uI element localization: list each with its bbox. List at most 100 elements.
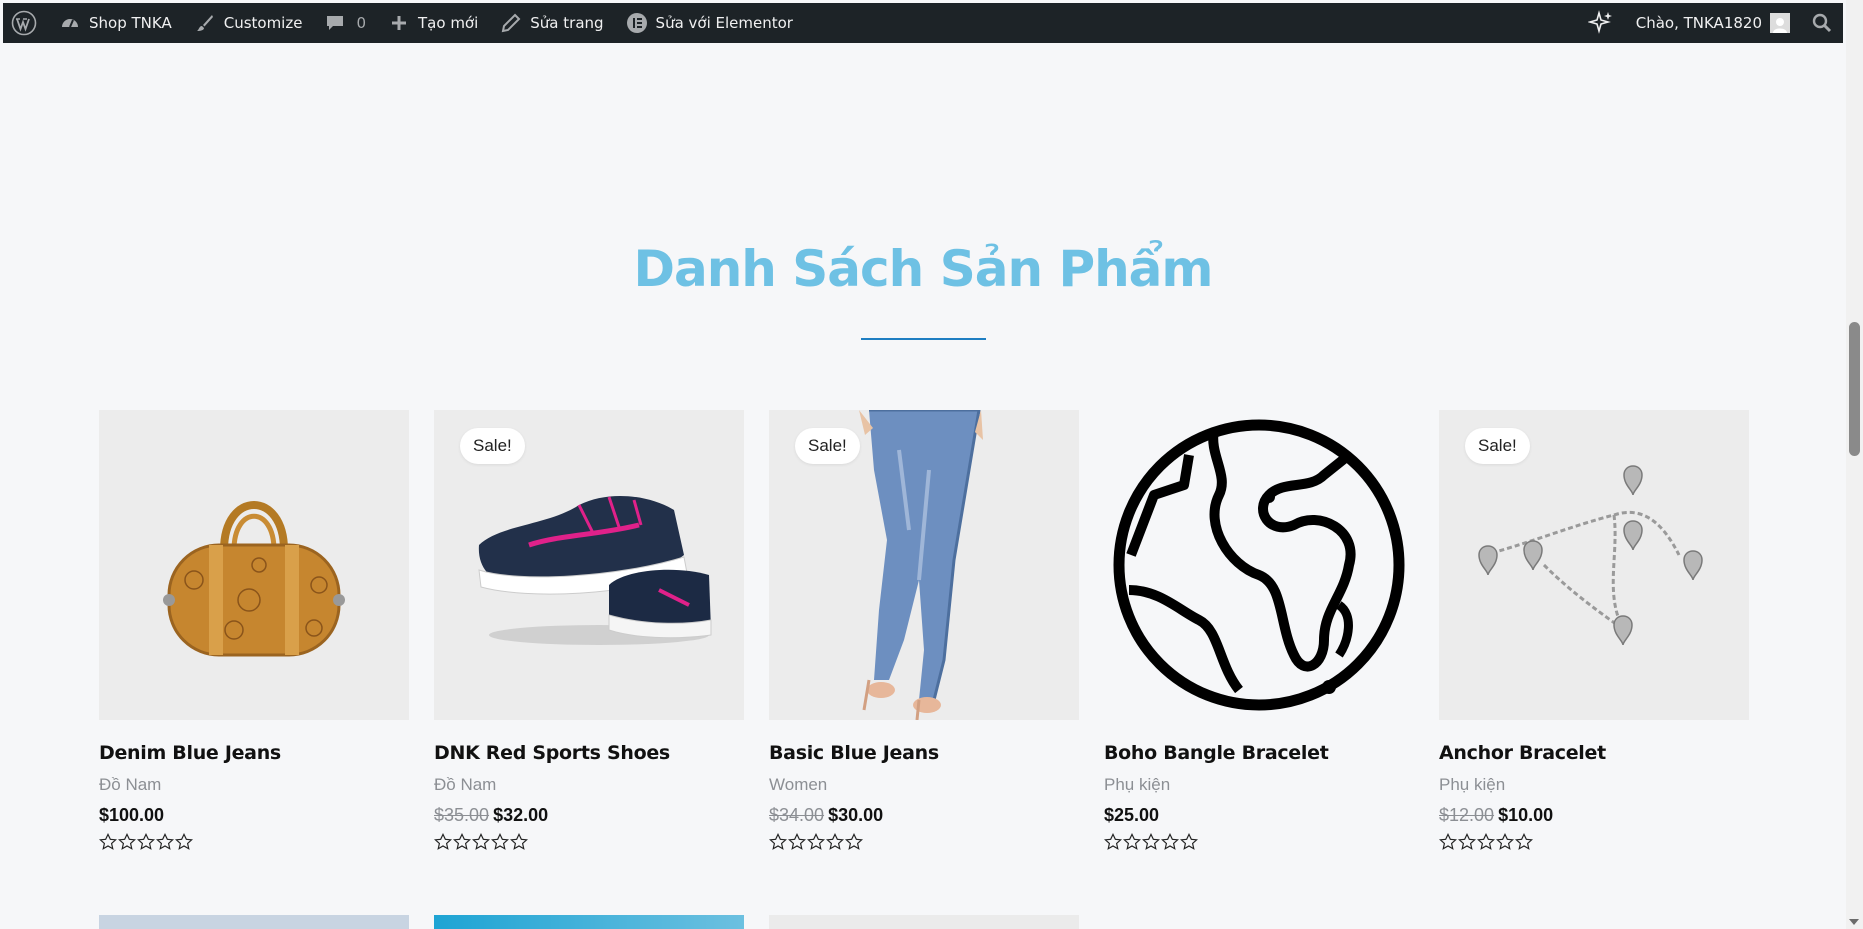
product-name[interactable]: DNK Red Sports Shoes xyxy=(434,742,744,764)
star-icon xyxy=(434,833,452,850)
product-card[interactable]: Boho Bangle Bracelet Phụ kiện $25.00 xyxy=(1104,410,1414,853)
star-rating xyxy=(769,833,1079,853)
star-icon xyxy=(1439,833,1457,850)
product-image-next-row[interactable] xyxy=(434,915,744,929)
product-name[interactable]: Denim Blue Jeans xyxy=(99,742,409,764)
star-icon xyxy=(1180,833,1198,850)
comments-link[interactable]: 0 xyxy=(313,3,377,43)
product-price: $34.00 $30.00 xyxy=(769,805,1079,826)
title-divider xyxy=(861,338,986,340)
star-icon xyxy=(845,833,863,850)
star-icon xyxy=(1142,833,1160,850)
old-price: $34.00 xyxy=(769,805,825,825)
product-card[interactable]: Denim Blue Jeans Đồ Nam $100.00 xyxy=(99,410,409,853)
sports-shoes-image xyxy=(478,495,712,645)
product-price: $100.00 xyxy=(99,805,409,826)
current-price: $100.00 xyxy=(99,805,165,825)
ai-assistant-button[interactable] xyxy=(1577,3,1625,43)
star-icon xyxy=(1496,833,1514,850)
product-card[interactable]: Sale! Basic Blue Jeans Women $34.00 $30.0… xyxy=(769,410,1079,853)
product-price: $25.00 xyxy=(1104,805,1414,826)
product-image-heart-bracelet[interactable]: Sale! xyxy=(1439,410,1749,720)
edit-elementor-link[interactable]: Sửa với Elementor xyxy=(615,3,804,43)
avatar xyxy=(1770,13,1790,33)
product-category[interactable]: Phụ kiện xyxy=(1104,775,1414,795)
elementor-icon xyxy=(626,12,648,34)
sale-badge: Sale! xyxy=(460,428,525,464)
product-image-sports-shoes[interactable]: Sale! xyxy=(434,410,744,720)
star-icon xyxy=(137,833,155,850)
product-image-leather-bag[interactable] xyxy=(99,410,409,720)
search-button[interactable] xyxy=(1801,3,1843,43)
product-name[interactable]: Anchor Bracelet xyxy=(1439,742,1749,764)
plus-icon xyxy=(388,12,410,34)
scrollbar-thumb[interactable] xyxy=(1849,322,1860,456)
customize-label: Customize xyxy=(223,14,303,32)
pencil-icon xyxy=(500,12,522,34)
dashboard-icon xyxy=(59,12,81,34)
site-name-link[interactable]: Shop TNKA xyxy=(48,3,183,43)
star-icon xyxy=(1161,833,1179,850)
star-icon xyxy=(769,833,787,850)
new-content-label: Tạo mới xyxy=(418,14,479,32)
product-card[interactable]: Sale! DNK Red Sports Shoes Đồ Nam $35.00… xyxy=(434,410,744,853)
product-image-next-row[interactable] xyxy=(769,915,1079,929)
product-category[interactable]: Women xyxy=(769,775,1079,795)
current-price: $10.00 xyxy=(1498,805,1554,825)
product-card[interactable]: Sale! Anchor Bracelet Phụ kiện $12.00 $10… xyxy=(1439,410,1749,853)
star-icon xyxy=(99,833,117,850)
brush-icon xyxy=(194,12,216,34)
site-name-label: Shop TNKA xyxy=(89,14,172,32)
search-icon xyxy=(1812,13,1832,33)
sparkle-icon xyxy=(1587,10,1612,34)
star-icon xyxy=(491,833,509,850)
page-scrollbar[interactable] xyxy=(1846,0,1863,929)
star-icon xyxy=(807,833,825,850)
star-icon xyxy=(826,833,844,850)
scroll-down-arrow[interactable] xyxy=(1849,919,1859,925)
wordpress-icon xyxy=(11,10,37,36)
edit-page-label: Sửa trang xyxy=(530,14,604,32)
star-icon xyxy=(1104,833,1122,850)
heart-bracelet-image xyxy=(1478,465,1703,646)
product-category[interactable]: Đồ Nam xyxy=(434,775,744,795)
star-icon xyxy=(175,833,193,850)
star-rating xyxy=(99,833,409,853)
product-name[interactable]: Basic Blue Jeans xyxy=(769,742,1079,764)
globe-icon xyxy=(1113,419,1405,711)
sale-badge: Sale! xyxy=(795,428,860,464)
edit-page-link[interactable]: Sửa trang xyxy=(489,3,614,43)
star-icon xyxy=(1458,833,1476,850)
product-name[interactable]: Boho Bangle Bracelet xyxy=(1104,742,1414,764)
current-price: $30.00 xyxy=(828,805,884,825)
old-price: $35.00 xyxy=(434,805,490,825)
product-image-globe[interactable] xyxy=(1104,410,1414,720)
star-icon xyxy=(118,833,136,850)
section-title: Danh Sách Sản Phẩm xyxy=(633,240,1213,298)
wordpress-logo-button[interactable] xyxy=(3,3,48,43)
sale-badge: Sale! xyxy=(1465,428,1530,464)
my-account-link[interactable]: Chào, TNKA1820 xyxy=(1625,3,1801,43)
comments-count: 0 xyxy=(356,14,367,32)
current-price: $25.00 xyxy=(1104,805,1160,825)
star-icon xyxy=(472,833,490,850)
customize-link[interactable]: Customize xyxy=(183,3,314,43)
old-price: $12.00 xyxy=(1439,805,1495,825)
star-rating xyxy=(1439,833,1749,853)
leather-bag-image xyxy=(163,501,345,657)
new-content-link[interactable]: Tạo mới xyxy=(377,3,489,43)
product-price: $12.00 $10.00 xyxy=(1439,805,1749,826)
edit-elementor-label: Sửa với Elementor xyxy=(655,14,793,32)
star-icon xyxy=(1515,833,1533,850)
star-icon xyxy=(1123,833,1141,850)
greeting-label: Chào, TNKA1820 xyxy=(1635,14,1762,32)
product-price: $35.00 $32.00 xyxy=(434,805,744,826)
star-icon xyxy=(156,833,174,850)
product-image-jeans[interactable]: Sale! xyxy=(769,410,1079,720)
product-image-next-row[interactable] xyxy=(99,915,409,929)
current-price: $32.00 xyxy=(493,805,549,825)
star-icon xyxy=(510,833,528,850)
product-category[interactable]: Đồ Nam xyxy=(99,775,409,795)
product-category[interactable]: Phụ kiện xyxy=(1439,775,1749,795)
star-icon xyxy=(788,833,806,850)
